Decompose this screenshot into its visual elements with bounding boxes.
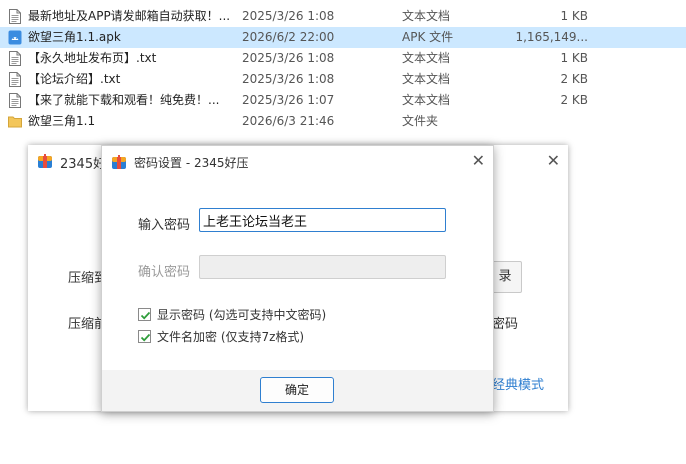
haozip-app-icon (111, 154, 127, 173)
file-size: 1 KB (560, 51, 588, 65)
file-type: 文本文档 (402, 93, 451, 107)
file-name: 最新地址及APP请发邮箱自动获取！... (28, 9, 231, 23)
compress-window-title: 2345好 (60, 157, 107, 172)
folder-icon (8, 114, 22, 129)
file-size: 1 KB (560, 9, 588, 23)
file-name: 【来了就能下载和观看！纯免费！... (28, 93, 220, 107)
checkmark-icon (140, 311, 151, 320)
text-file-icon (8, 9, 22, 24)
file-row[interactable]: 最新地址及APP请发邮箱自动获取！... 2025/3/26 1:08 文本文档 1 … (0, 6, 686, 27)
compress-window-close-icon[interactable]: ✕ (547, 151, 560, 170)
haozip-app-icon (37, 153, 53, 172)
file-type: 文本文档 (402, 9, 451, 23)
file-date: 2025/3/26 1:08 (242, 51, 335, 65)
file-row[interactable]: 欲望三角1.1 2026/6/3 21:46 文件夹 (0, 111, 686, 132)
password-link[interactable]: 密码 (492, 313, 518, 332)
show-password-label: 显示密码 (勾选可支持中文密码) (157, 308, 327, 322)
file-name: 【永久地址发布页】.txt (28, 51, 157, 65)
file-date: 2026/6/2 22:00 (242, 30, 335, 44)
text-file-icon (8, 51, 22, 66)
password-label: 输入密码 (138, 218, 191, 233)
file-date: 2025/3/26 1:08 (242, 9, 335, 23)
file-name: 欲望三角1.1.apk (28, 30, 121, 44)
ok-button[interactable]: 确定 (260, 377, 334, 403)
confirm-password-input (199, 255, 446, 279)
file-row[interactable]: 【论坛介绍】.txt 2025/3/26 1:08 文本文档 2 KB (0, 69, 686, 90)
classic-mode-link[interactable]: 经典模式 (492, 374, 544, 393)
encrypt-filenames-label: 文件名加密 (仅支持7z格式) (157, 330, 305, 344)
file-date: 2026/6/3 21:46 (242, 114, 335, 128)
password-dialog-title: 密码设置 - 2345好压 (134, 156, 249, 170)
text-file-icon (8, 72, 22, 87)
password-dialog-titlebar: 密码设置 - 2345好压 ✕ (102, 146, 493, 178)
desktop-screen: 最新地址及APP请发邮箱自动获取！... 2025/3/26 1:08 文本文档 1 … (0, 0, 686, 464)
file-size: 2 KB (560, 72, 588, 86)
file-size: 2 KB (560, 93, 588, 107)
file-type: 文件夹 (402, 114, 439, 128)
file-date: 2025/3/26 1:08 (242, 72, 335, 86)
password-dialog-close-icon[interactable]: ✕ (472, 151, 485, 170)
apk-file-icon (8, 30, 22, 45)
file-list: 最新地址及APP请发邮箱自动获取！... 2025/3/26 1:08 文本文档 1 … (0, 6, 686, 132)
file-row[interactable]: 欲望三角1.1.apk 2026/6/2 22:00 APK 文件 1,165,149… (0, 27, 686, 48)
encrypt-filenames-checkbox[interactable] (138, 330, 151, 343)
file-date: 2025/3/26 1:07 (242, 93, 335, 107)
show-password-checkbox[interactable] (138, 308, 151, 321)
file-type: 文本文档 (402, 72, 451, 86)
file-name: 欲望三角1.1 (28, 114, 96, 128)
file-type: 文本文档 (402, 51, 451, 65)
confirm-password-label: 确认密码 (138, 265, 191, 280)
password-dialog: 密码设置 - 2345好压 ✕ 输入密码 确认密码 显示密码 (勾选可支持中文密… (101, 145, 494, 412)
file-row[interactable]: 【永久地址发布页】.txt 2025/3/26 1:08 文本文档 1 KB (0, 48, 686, 69)
file-type: APK 文件 (402, 30, 454, 44)
text-file-icon (8, 93, 22, 108)
file-name: 【论坛介绍】.txt (28, 72, 121, 86)
file-row[interactable]: 【来了就能下载和观看！纯免费！... 2025/3/26 1:07 文本文档 2 KB (0, 90, 686, 111)
checkmark-icon (140, 333, 151, 342)
file-size: 1,165,149... (515, 30, 588, 44)
password-input[interactable] (199, 208, 446, 232)
